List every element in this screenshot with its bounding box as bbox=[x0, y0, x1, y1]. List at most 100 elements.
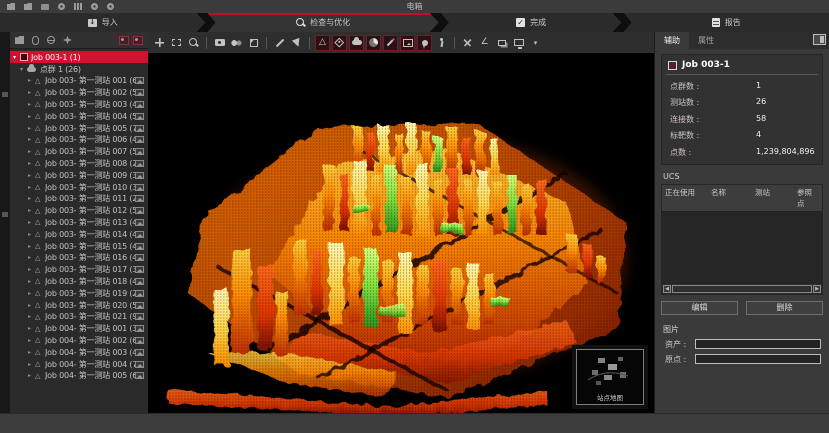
photo-icon[interactable] bbox=[135, 113, 144, 120]
toggle-images-icon[interactable] bbox=[400, 35, 415, 51]
toggle-pins-icon[interactable] bbox=[417, 35, 432, 51]
image-a-icon[interactable] bbox=[119, 36, 129, 45]
polyline-icon[interactable]: ∠ bbox=[477, 35, 492, 51]
photo-icon[interactable] bbox=[135, 172, 144, 179]
photo-icon[interactable] bbox=[135, 160, 144, 167]
photo-icon[interactable] bbox=[135, 195, 144, 202]
caret-icon[interactable]: ▸ bbox=[28, 195, 35, 202]
photo-icon[interactable] bbox=[135, 349, 144, 356]
workflow-step-finish[interactable]: 完成 bbox=[441, 13, 622, 32]
photo-icon[interactable] bbox=[135, 219, 144, 226]
measure-icon[interactable] bbox=[272, 35, 287, 51]
tree-station-row[interactable]: ▸△Job 003- 第一测站 015 (4) bbox=[10, 240, 148, 252]
tree-station-row[interactable]: ▸△Job 003- 第一测站 016 (4) bbox=[10, 252, 148, 264]
tree-station-row[interactable]: ▸△Job 003- 第一测站 011 (2) bbox=[10, 193, 148, 205]
asset-input[interactable] bbox=[695, 339, 821, 349]
toggle-stations-icon[interactable]: △ bbox=[315, 35, 330, 51]
photo-icon[interactable] bbox=[135, 207, 144, 214]
photo-icon[interactable] bbox=[135, 125, 144, 132]
caret-icon[interactable]: ▸ bbox=[28, 125, 35, 132]
caret-icon[interactable]: ▸ bbox=[28, 290, 35, 297]
caret-icon[interactable]: ▸ bbox=[28, 77, 35, 84]
tree-station-row[interactable]: ▸△Job 003- 第一测站 017 (3) bbox=[10, 264, 148, 276]
photo-icon[interactable] bbox=[135, 290, 144, 297]
caret-icon[interactable]: ▸ bbox=[28, 243, 35, 250]
cube-icon[interactable] bbox=[246, 35, 261, 51]
ucs-table-body[interactable] bbox=[662, 212, 822, 284]
tree-station-row[interactable]: ▸△Job 004- 第一测站 004 (7) bbox=[10, 358, 148, 370]
caret-icon[interactable]: ▸ bbox=[28, 361, 35, 368]
caret-icon[interactable]: ▸ bbox=[28, 302, 35, 309]
photo-icon[interactable] bbox=[135, 148, 144, 155]
caret-icon[interactable]: ▸ bbox=[28, 113, 35, 120]
toggle-point-cloud-icon[interactable] bbox=[349, 35, 364, 51]
tab-auxiliary[interactable]: 辅助 bbox=[655, 32, 689, 49]
caret-icon[interactable]: ▸ bbox=[28, 231, 35, 238]
caret-icon[interactable]: ▸ bbox=[28, 313, 35, 320]
photo-icon[interactable] bbox=[135, 325, 144, 332]
attachment-icon[interactable] bbox=[32, 36, 39, 45]
point-cloud-canvas[interactable]: 站点地图 bbox=[148, 53, 654, 413]
caret-icon[interactable]: ▸ bbox=[28, 219, 35, 226]
tree-station-row[interactable]: ▸△Job 004- 第一测站 005 (6) bbox=[10, 370, 148, 382]
pan-icon[interactable] bbox=[152, 35, 167, 51]
tree-station-row[interactable]: ▸△Job 003- 第一测站 012 (5) bbox=[10, 205, 148, 217]
caret-icon[interactable]: ▸ bbox=[28, 148, 35, 155]
caret-icon[interactable]: ▸ bbox=[28, 337, 35, 344]
tree-station-row[interactable]: ▸△Job 003- 第一测站 007 (5) bbox=[10, 146, 148, 158]
links-icon[interactable] bbox=[460, 35, 475, 51]
tree-pointcloud-group[interactable]: ▾ 点群 1 (26) bbox=[10, 63, 148, 75]
tree-station-row[interactable]: ▸△Job 003- 第一测站 020 (5) bbox=[10, 299, 148, 311]
workflow-step-report[interactable]: 报告 bbox=[624, 13, 829, 32]
tree-station-row[interactable]: ▸△Job 003- 第一测站 002 (5) bbox=[10, 87, 148, 99]
photo-icon[interactable] bbox=[135, 231, 144, 238]
caret-icon[interactable]: ▸ bbox=[28, 160, 35, 167]
caret-icon[interactable]: ▸ bbox=[28, 266, 35, 273]
panel-layout-icon[interactable] bbox=[813, 34, 826, 45]
caret-icon[interactable]: ▸ bbox=[28, 184, 35, 191]
caret-icon[interactable]: ▸ bbox=[28, 172, 35, 179]
tree-station-row[interactable]: ▸△Job 003- 第一测站 004 (5) bbox=[10, 110, 148, 122]
toggle-annotations-icon[interactable] bbox=[383, 35, 398, 51]
dropdown-icon[interactable]: ▾ bbox=[528, 35, 543, 51]
image-b-icon[interactable] bbox=[133, 36, 143, 45]
tree-station-row[interactable]: ▸△Job 003- 第一测站 010 (3) bbox=[10, 181, 148, 193]
workflow-step-inspect-optimize[interactable]: 检查与优化 bbox=[208, 13, 439, 32]
walkthrough-icon[interactable] bbox=[434, 35, 449, 51]
pick-point-icon[interactable] bbox=[289, 35, 304, 51]
spheres-icon[interactable] bbox=[229, 35, 244, 51]
photo-icon[interactable] bbox=[135, 337, 144, 344]
caret-icon[interactable]: ▸ bbox=[28, 101, 35, 108]
tree-root-job[interactable]: ▾ Job 003-1 (1) bbox=[10, 51, 148, 63]
delete-button[interactable]: 删除 bbox=[746, 301, 823, 315]
photo-icon[interactable] bbox=[135, 313, 144, 320]
tree-station-row[interactable]: ▸△Job 003- 第一测站 014 (4) bbox=[10, 228, 148, 240]
tree-station-row[interactable]: ▸△Job 003- 第一测站 018 (4) bbox=[10, 276, 148, 288]
tree-station-row[interactable]: ▸△Job 003- 第一测站 001 (6) bbox=[10, 75, 148, 87]
camera-icon[interactable] bbox=[212, 35, 227, 51]
photo-icon[interactable] bbox=[135, 243, 144, 250]
caret-icon[interactable]: ▸ bbox=[28, 136, 35, 143]
toggle-spheres-view-icon[interactable] bbox=[366, 35, 381, 51]
window-select-icon[interactable] bbox=[169, 35, 184, 51]
photo-icon[interactable] bbox=[135, 101, 144, 108]
tree-station-row[interactable]: ▸△Job 003- 第一测站 021 (9) bbox=[10, 311, 148, 323]
web-icon[interactable] bbox=[47, 36, 55, 44]
photo-icon[interactable] bbox=[135, 266, 144, 273]
scroll-right-icon[interactable]: ▶ bbox=[813, 285, 821, 293]
photo-icon[interactable] bbox=[135, 184, 144, 191]
tree-station-row[interactable]: ▸△Job 003- 第一测站 019 (2) bbox=[10, 287, 148, 299]
caret-icon[interactable]: ▸ bbox=[28, 89, 35, 96]
project-tree-icon[interactable] bbox=[15, 36, 24, 44]
tree-station-row[interactable]: ▸△Job 004- 第一测站 003 (4) bbox=[10, 346, 148, 358]
photo-icon[interactable] bbox=[135, 278, 144, 285]
scroll-left-icon[interactable]: ◀ bbox=[663, 285, 671, 293]
caret-icon[interactable]: ▸ bbox=[28, 372, 35, 379]
zoom-window-icon[interactable] bbox=[186, 35, 201, 51]
photo-icon[interactable] bbox=[135, 89, 144, 96]
tree-station-row[interactable]: ▸△Job 003- 第一测站 008 (2) bbox=[10, 158, 148, 170]
caret-icon[interactable]: ▾ bbox=[13, 54, 20, 61]
caret-icon[interactable]: ▸ bbox=[28, 349, 35, 356]
tree-station-row[interactable]: ▸△Job 004- 第一测站 001 (3) bbox=[10, 323, 148, 335]
ucs-hscrollbar[interactable]: ◀ ▶ bbox=[662, 284, 822, 294]
